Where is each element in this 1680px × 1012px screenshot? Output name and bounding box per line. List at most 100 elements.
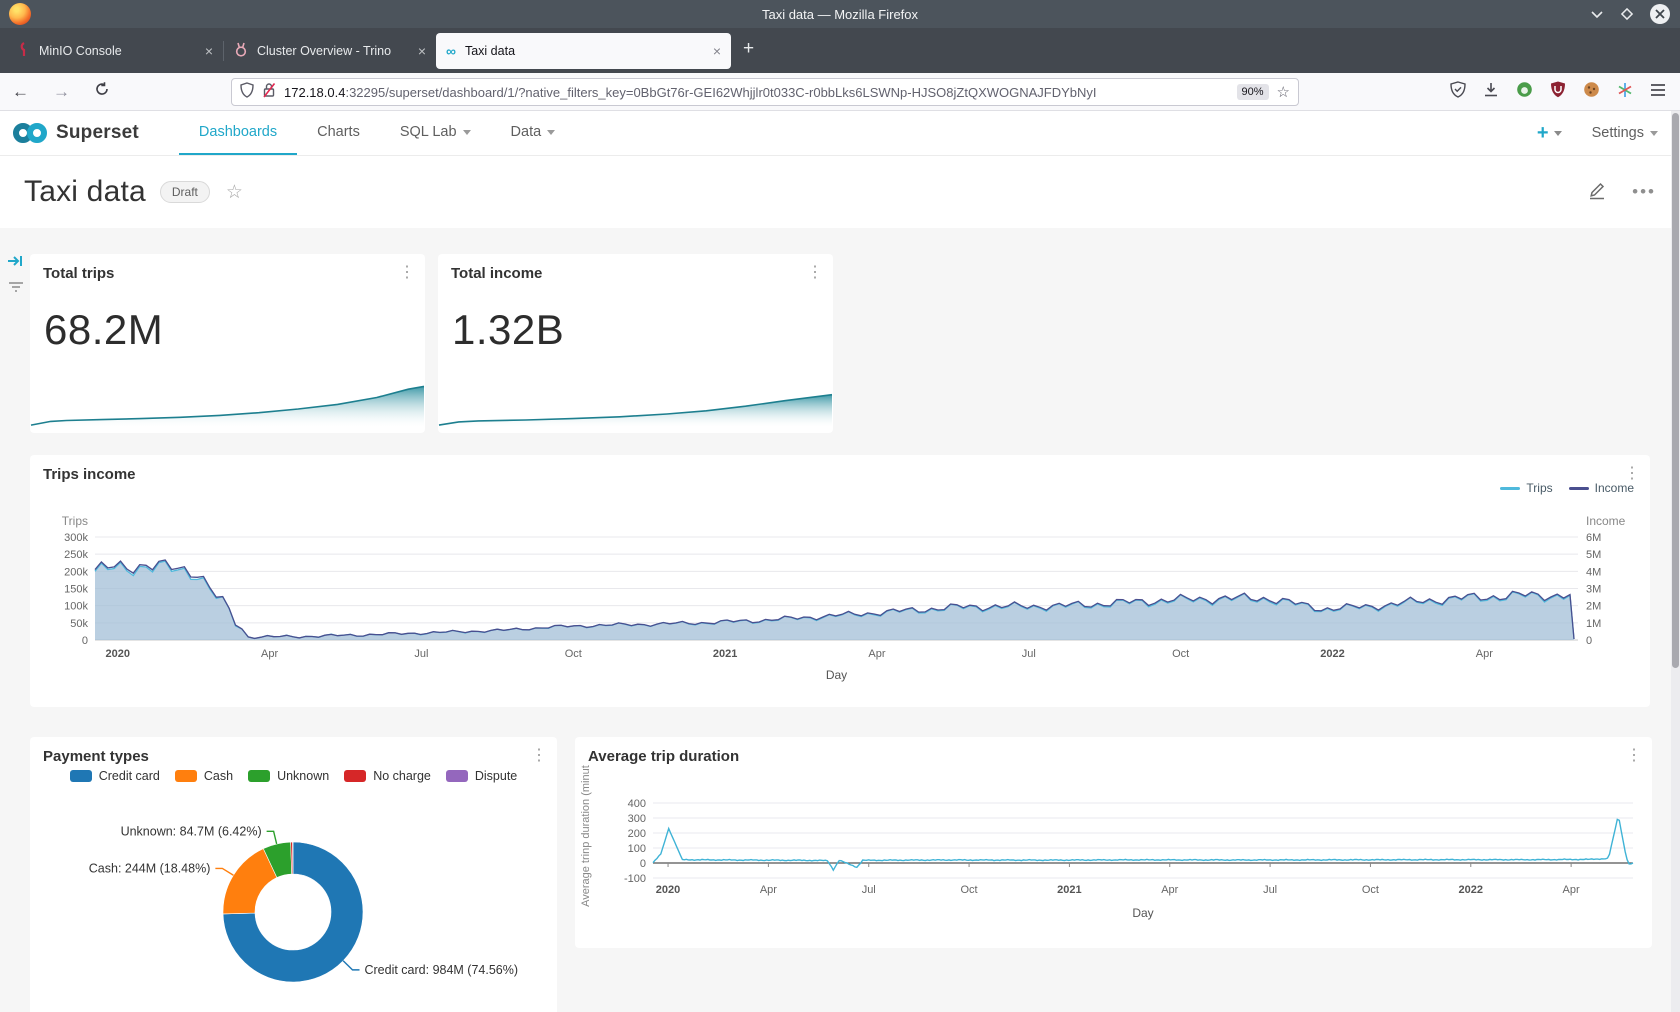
nav-label: Dashboards <box>199 124 277 140</box>
kpi-value: 68.2M <box>44 306 163 354</box>
tab-minio-console[interactable]: MinIO Console × <box>8 33 223 69</box>
snowflake-extension-icon[interactable] <box>1617 82 1633 103</box>
chevron-down-icon <box>1554 131 1562 136</box>
svg-text:Oct: Oct <box>961 884 978 896</box>
back-button[interactable]: ← <box>0 82 41 102</box>
window-titlebar: Taxi data — Mozilla Firefox <box>0 0 1680 28</box>
sparkline-chart <box>438 380 833 428</box>
chart-title: Average trip duration <box>588 748 739 765</box>
chart-title: Payment types <box>43 748 149 765</box>
cookie-extension-icon[interactable] <box>1583 81 1600 103</box>
plus-icon: + <box>1537 122 1549 145</box>
svg-text:200k: 200k <box>64 566 88 578</box>
dashboard-menu-icon[interactable]: ••• <box>1632 182 1656 202</box>
svg-text:2M: 2M <box>1586 601 1601 613</box>
protections-shield-icon[interactable] <box>1450 81 1466 103</box>
svg-text:Apr: Apr <box>760 884 777 896</box>
tab-label: Cluster Overview - Trino <box>257 44 399 58</box>
privacy-badger-icon[interactable] <box>1516 81 1533 103</box>
nav-data[interactable]: Data <box>491 111 576 155</box>
ublock-icon[interactable] <box>1550 81 1566 103</box>
chart-legend[interactable]: Trips Income <box>1500 481 1634 495</box>
menu-hamburger-icon[interactable] <box>1650 83 1666 102</box>
legend-item[interactable]: Dispute <box>446 769 517 783</box>
url-path: :32295/superset/dashboard/1/?native_filt… <box>345 85 1096 100</box>
legend-item[interactable]: Income <box>1569 481 1634 495</box>
page-scrollbar[interactable] <box>1671 111 1680 1012</box>
zoom-level-badge[interactable]: 90% <box>1237 84 1269 100</box>
svg-text:5M: 5M <box>1586 549 1601 561</box>
svg-text:Income: Income <box>1586 514 1626 528</box>
svg-text:0: 0 <box>1586 635 1592 647</box>
svg-text:-100: -100 <box>624 873 646 885</box>
svg-text:2021: 2021 <box>1057 884 1081 896</box>
legend-item[interactable]: Unknown <box>248 769 329 783</box>
legend-label: Unknown <box>277 769 329 783</box>
url-text[interactable]: 172.18.0.4:32295/superset/dashboard/1/?n… <box>284 85 1229 100</box>
add-new-button[interactable]: + <box>1537 122 1562 145</box>
chart-legend[interactable]: Credit card Cash Unknown No charge Dispute <box>30 769 557 783</box>
nav-charts[interactable]: Charts <box>297 111 380 155</box>
tab-label: MinIO Console <box>39 44 186 58</box>
expand-filter-bar-icon[interactable] <box>6 252 26 275</box>
url-bar[interactable]: 172.18.0.4:32295/superset/dashboard/1/?n… <box>231 78 1299 106</box>
legend-item[interactable]: Trips <box>1500 481 1552 495</box>
svg-text:Credit card: 984M (74.56%): Credit card: 984M (74.56%) <box>364 963 518 977</box>
legend-item[interactable]: Cash <box>175 769 233 783</box>
chevron-down-icon <box>1650 131 1658 136</box>
window-maximize-icon[interactable] <box>1620 7 1634 21</box>
tab-trino[interactable]: Cluster Overview - Trino × <box>224 33 436 69</box>
svg-text:0: 0 <box>640 858 646 870</box>
chart-menu-icon[interactable]: ⋮ <box>531 745 547 765</box>
svg-text:250k: 250k <box>64 549 88 561</box>
settings-menu[interactable]: Settings <box>1592 125 1658 141</box>
window-close-icon[interactable] <box>1650 4 1670 24</box>
tab-close-icon[interactable]: × <box>205 43 213 59</box>
svg-text:Jul: Jul <box>862 884 876 896</box>
edit-pencil-icon[interactable] <box>1586 179 1608 206</box>
settings-label: Settings <box>1592 125 1644 141</box>
trino-favicon <box>234 42 248 60</box>
svg-text:100k: 100k <box>64 601 88 613</box>
tab-close-icon[interactable]: × <box>713 43 721 59</box>
legend-item[interactable]: Credit card <box>70 769 160 783</box>
svg-text:50k: 50k <box>70 618 88 630</box>
browser-toolbar: ← → 172.18.0.4:32295/superset/dashboard/… <box>0 73 1680 111</box>
svg-text:Jul: Jul <box>1263 884 1277 896</box>
chart-menu-icon[interactable]: ⋮ <box>399 262 415 282</box>
filter-icon[interactable] <box>6 280 26 299</box>
chart-menu-icon[interactable]: ⋮ <box>807 262 823 282</box>
new-tab-button[interactable]: + <box>731 38 766 60</box>
svg-text:Jul: Jul <box>1022 648 1036 660</box>
svg-text:Trips: Trips <box>62 514 88 528</box>
tab-close-icon[interactable]: × <box>418 43 426 59</box>
insecure-lock-icon[interactable] <box>262 82 276 103</box>
reload-button[interactable] <box>82 81 122 102</box>
tab-taxi-data[interactable]: ∞ Taxi data × <box>436 33 731 69</box>
avg-duration-chart: 4003002001000-1002020AprJulOct2021AprJul… <box>575 765 1652 945</box>
svg-text:Oct: Oct <box>1362 884 1379 896</box>
bookmark-star-icon[interactable]: ☆ <box>1277 83 1290 101</box>
svg-text:Average trinp duration (minute: Average trinp duration (minute <box>580 765 592 907</box>
superset-logo[interactable]: Superset <box>0 111 153 155</box>
superset-infinity-icon <box>12 121 48 145</box>
download-icon[interactable] <box>1483 82 1499 103</box>
screen: Taxi data — Mozilla Firefox MinIO Consol… <box>0 0 1680 1012</box>
chevron-down-icon <box>463 130 471 135</box>
scrollbar-thumb[interactable] <box>1672 113 1679 668</box>
trips-income-chart: 300k6M250k5M200k4M150k3M100k2M50k1M00Tri… <box>30 507 1650 703</box>
permissions-shield-icon[interactable] <box>240 82 254 103</box>
page-title: Taxi data <box>24 175 146 209</box>
window-minimize-icon[interactable] <box>1590 9 1604 19</box>
svg-text:Apr: Apr <box>1161 884 1178 896</box>
chart-menu-icon[interactable]: ⋮ <box>1624 463 1640 483</box>
kpi-card-total-trips: Total trips ⋮ 68.2M <box>30 254 425 433</box>
favorite-star-icon[interactable]: ☆ <box>226 181 243 204</box>
legend-item[interactable]: No charge <box>344 769 431 783</box>
nav-sql-lab[interactable]: SQL Lab <box>380 111 491 155</box>
nav-label: Charts <box>317 124 360 140</box>
chart-menu-icon[interactable]: ⋮ <box>1626 745 1642 765</box>
forward-button[interactable]: → <box>41 82 82 102</box>
svg-text:2020: 2020 <box>656 884 680 896</box>
nav-dashboards[interactable]: Dashboards <box>179 111 297 155</box>
